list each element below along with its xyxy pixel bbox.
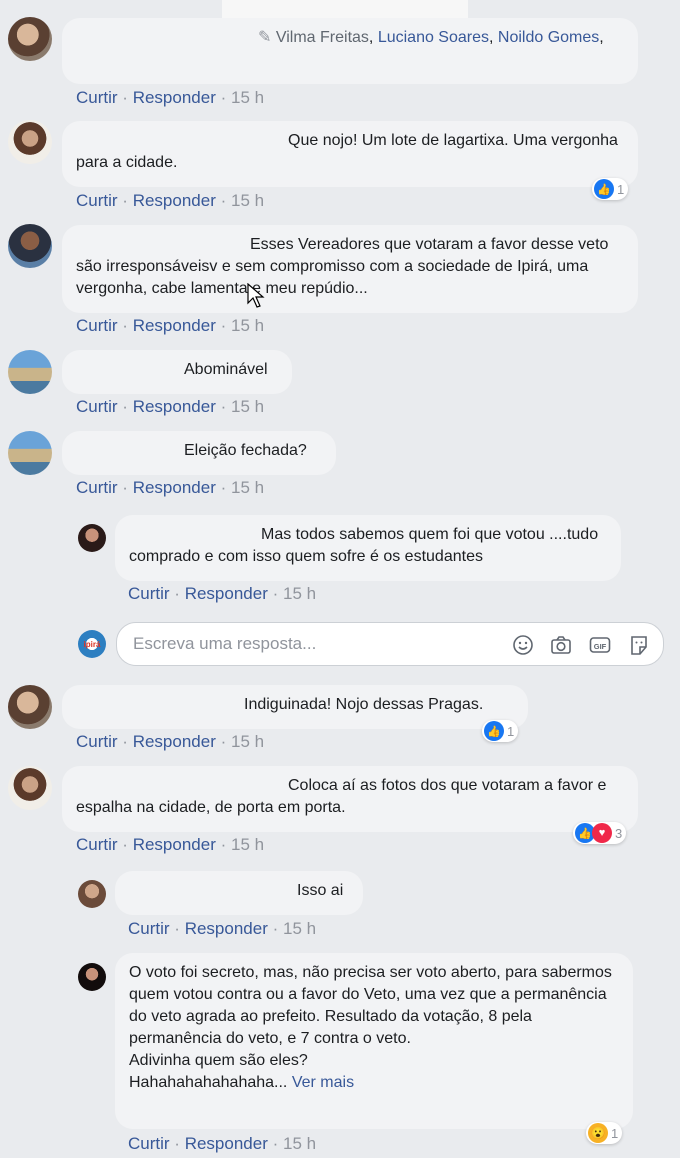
comment-text: Indiguinada! Nojo dessas Pragas. [244, 696, 484, 713]
tagged-link[interactable]: Vilma Freitas [276, 29, 369, 46]
reply-input[interactable] [131, 633, 495, 655]
like-link[interactable]: Curtir [128, 919, 170, 938]
avatar[interactable] [78, 524, 106, 552]
reply-link[interactable]: Responder [185, 584, 268, 603]
comment-text: Eleição fechada? [184, 442, 307, 459]
comment-actions: Curtir · Responder · 15 h [76, 191, 265, 210]
timestamp[interactable]: 15 h [231, 732, 264, 751]
avatar[interactable] [8, 224, 52, 268]
sticker-icon[interactable] [628, 634, 650, 656]
avatar[interactable] [8, 350, 52, 394]
avatar[interactable] [8, 17, 52, 61]
timestamp[interactable]: 15 h [231, 478, 264, 497]
reply-input-box[interactable]: GIF [116, 622, 664, 666]
comment-text: Coloca aí as fotos dos que votaram a fav… [76, 777, 607, 816]
like-link[interactable]: Curtir [76, 316, 118, 335]
timestamp[interactable]: 15 h [283, 919, 316, 938]
comment-actions: Curtir · Responder · 15 h [76, 316, 265, 335]
emoji-icon[interactable] [512, 634, 534, 656]
tagged-link[interactable]: Noildo Gomes [498, 29, 599, 46]
comment-text: Isso ai [297, 882, 344, 899]
reaction-count[interactable]: 👍 ♥ 3 [573, 822, 627, 844]
like-link[interactable]: Curtir [76, 88, 118, 107]
reply-actions: Curtir · Responder · 15 h [128, 1134, 317, 1153]
comment-text: Abominável [184, 361, 268, 378]
reply-link[interactable]: Responder [133, 191, 216, 210]
tagged-link[interactable]: Luciano Soares [378, 29, 489, 46]
timestamp[interactable]: 15 h [231, 397, 264, 416]
comment-text: Esses Vereadores que votaram a favor des… [76, 236, 609, 297]
tag-icon: ✎ [258, 29, 276, 46]
reply-bubble: O voto foi secreto, mas, não precisa ser… [115, 953, 633, 1129]
reply-link[interactable]: Responder [185, 1134, 268, 1153]
reply-link[interactable]: Responder [133, 397, 216, 416]
reply-actions: Curtir · Responder · 15 h [128, 919, 317, 938]
comment-actions: Curtir · Responder · 15 h [76, 835, 265, 854]
timestamp[interactable]: 15 h [231, 191, 264, 210]
comment-actions: Curtir · Responder · 15 h [76, 478, 265, 497]
like-link[interactable]: Curtir [76, 397, 118, 416]
comment-text: O voto foi secreto, mas, não precisa ser… [129, 964, 612, 1091]
avatar[interactable] [78, 963, 106, 991]
comment-actions: Curtir · Responder · 15 h [76, 732, 265, 751]
like-link[interactable]: Curtir [76, 732, 118, 751]
reply-bubble: Mas todos sabemos quem foi que votou ...… [115, 515, 621, 581]
wow-icon: 😮 [588, 1123, 608, 1143]
reply-link[interactable]: Responder [133, 88, 216, 107]
comment-bubble: Indiguinada! Nojo dessas Pragas. [62, 685, 528, 729]
timestamp[interactable]: 15 h [231, 835, 264, 854]
like-link[interactable]: Curtir [76, 835, 118, 854]
reaction-count[interactable]: 😮 1 [586, 1122, 623, 1144]
reply-bubble: Isso ai [115, 871, 363, 915]
comment-bubble: Abominável [62, 350, 292, 394]
love-icon: ♥ [592, 823, 612, 843]
timestamp[interactable]: 15 h [231, 88, 264, 107]
like-link[interactable]: Curtir [128, 584, 170, 603]
comment-bubble: Que nojo! Um lote de lagartixa. Uma verg… [62, 121, 638, 187]
comment-bubble: Eleição fechada? [62, 431, 336, 475]
avatar[interactable] [8, 685, 52, 729]
like-icon: 👍 [594, 179, 614, 199]
comment-actions: Curtir · Responder · 15 h [76, 88, 265, 107]
comment-actions: Curtir · Responder · 15 h [76, 397, 265, 416]
avatar[interactable] [8, 766, 52, 810]
camera-icon[interactable] [550, 634, 572, 656]
like-link[interactable]: Curtir [128, 1134, 170, 1153]
comment-text: Que nojo! Um lote de lagartixa. Uma verg… [76, 132, 618, 171]
reply-link[interactable]: Responder [133, 732, 216, 751]
timestamp[interactable]: 15 h [283, 584, 316, 603]
reply-link[interactable]: Responder [133, 478, 216, 497]
comment-bubble: Esses Vereadores que votaram a favor des… [62, 225, 638, 313]
comment-text: Mas todos sabemos quem foi que votou ...… [129, 526, 599, 565]
reply-link[interactable]: Responder [133, 835, 216, 854]
reply-link[interactable]: Responder [185, 919, 268, 938]
timestamp[interactable]: 15 h [231, 316, 264, 335]
see-more-link[interactable]: Ver mais [292, 1074, 354, 1091]
mouse-cursor-icon [247, 283, 265, 308]
comment-bubble: ✎ Vilma Freitas, Luciano Soares, Noildo … [62, 18, 638, 84]
avatar[interactable] [8, 120, 52, 164]
reply-actions: Curtir · Responder · 15 h [128, 584, 317, 603]
avatar[interactable] [78, 880, 106, 908]
like-link[interactable]: Curtir [76, 478, 118, 497]
gif-icon[interactable]: GIF [589, 634, 611, 656]
comment-bubble: Coloca aí as fotos dos que votaram a fav… [62, 766, 638, 832]
timestamp[interactable]: 15 h [283, 1134, 316, 1153]
svg-text:GIF: GIF [594, 642, 607, 651]
reply-link[interactable]: Responder [133, 316, 216, 335]
reaction-count[interactable]: 👍 1 [482, 720, 519, 742]
like-icon: 👍 [484, 721, 504, 741]
page-avatar[interactable]: ipirá [78, 630, 106, 658]
top-strip [222, 0, 468, 18]
like-link[interactable]: Curtir [76, 191, 118, 210]
avatar[interactable] [8, 431, 52, 475]
reaction-count[interactable]: 👍 1 [592, 178, 629, 200]
